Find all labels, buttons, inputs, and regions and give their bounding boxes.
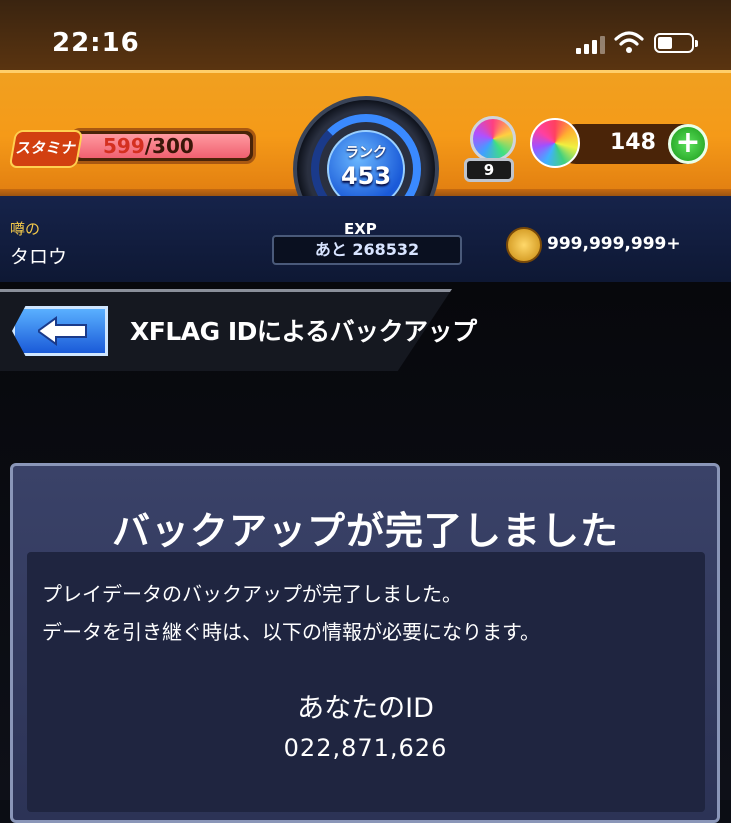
signal-icon [576, 34, 606, 54]
gem-count: 9 [464, 158, 514, 182]
gem-item[interactable]: 9 [462, 110, 518, 182]
rank-label: ランク [345, 145, 387, 161]
dialog-title: バックアップが完了しました [111, 509, 619, 553]
wifi-icon [614, 30, 644, 54]
dialog-message-line2: データを引き継ぐ時は、以下の情報が必要になります。 [42, 620, 540, 644]
orb-count: 148 [610, 130, 656, 155]
id-value: 022,871,626 [283, 734, 448, 762]
back-arrow-icon[interactable] [38, 316, 88, 346]
id-label: あなたのID [297, 693, 434, 724]
stamina-bar: 599/300 [70, 128, 256, 164]
coin-count: 999,999,999+ [547, 234, 681, 254]
exp-remaining: あと 268532 [272, 235, 462, 265]
orb-icon [530, 118, 580, 168]
stamina-max: /300 [144, 134, 194, 158]
gem-icon [470, 116, 516, 162]
stamina-icon: スタミナ [8, 130, 84, 168]
add-orb-button[interactable]: + [668, 124, 708, 164]
battery-icon [654, 33, 698, 53]
screen-title: XFLAG IDによるバックアップ [130, 317, 477, 346]
player-title: 噂の [10, 220, 41, 238]
stamina-current: 599 [103, 134, 145, 158]
player-name: タロウ [10, 246, 68, 268]
coin-icon [506, 227, 542, 263]
status-time: 22:16 [52, 28, 140, 58]
dialog-message-line1: プレイデータのバックアップが完了しました。 [42, 582, 462, 606]
rank-value: 453 [340, 162, 392, 190]
